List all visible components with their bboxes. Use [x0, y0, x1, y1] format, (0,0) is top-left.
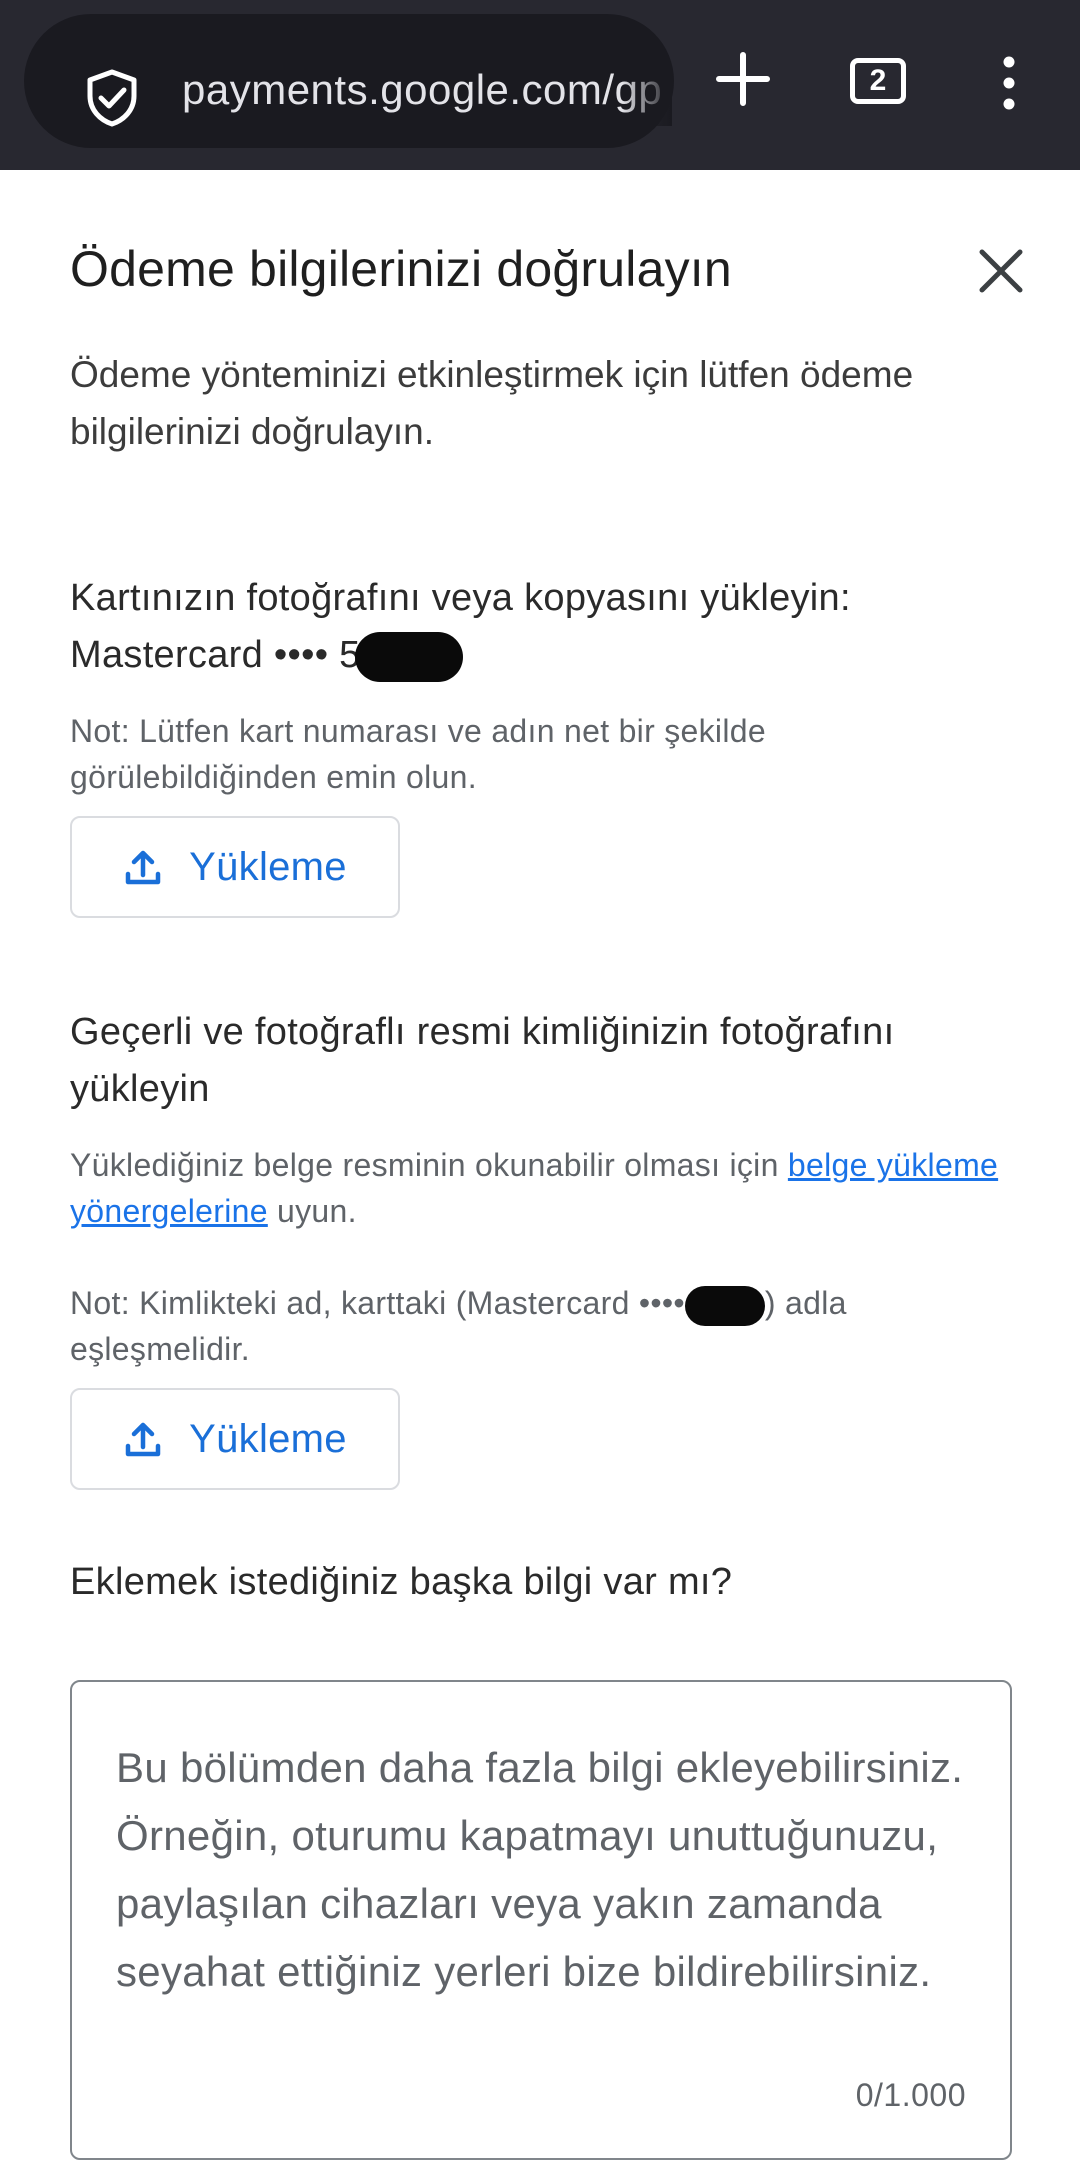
extra-info-heading: Eklemek istediğiniz başka bilgi var mı? [70, 1561, 733, 1603]
textarea-placeholder: Bu bölümden daha fazla bilgi ekleyebilir… [116, 1744, 964, 1995]
dialog-intro: Ödeme yönteminizi etkinleştirmek için lü… [70, 354, 914, 452]
redacted-card-digits [354, 631, 463, 682]
plus-icon[interactable] [716, 52, 770, 106]
url-text[interactable]: payments.google.com/gp [182, 66, 672, 126]
card-heading-line1: Kartınızın fotoğrafını veya kopyasını yü… [70, 577, 851, 619]
more-vert-icon[interactable] [1003, 56, 1015, 110]
close-icon[interactable] [978, 248, 1024, 294]
id-name-note: Not: Kimlikteki ad, karttaki (Mastercard… [70, 1285, 847, 1367]
shield-check-icon[interactable] [84, 68, 140, 128]
tab-switcher-button[interactable]: 2 [850, 58, 906, 104]
upload-icon [125, 1422, 161, 1457]
card-upload-button[interactable]: Yükleme [70, 816, 400, 918]
card-upload-label: Yükleme [189, 844, 347, 889]
card-note: Not: Lütfen kart numarası ve adın net bi… [70, 713, 766, 795]
browser-toolbar: payments.google.com/gp 2 [0, 0, 1080, 170]
dialog-title: Ödeme bilgilerinizi doğrulayın [70, 241, 732, 297]
address-bar[interactable]: payments.google.com/gp [24, 14, 674, 148]
card-heading-line2: Mastercard •••• 5 [70, 627, 1030, 684]
extra-info-textarea[interactable]: Bu bölümden daha fazla bilgi ekleyebilir… [70, 1680, 1012, 2160]
character-counter: 0/1.000 [855, 2077, 966, 2113]
id-guide-text: Yüklediğiniz belge resminin okunabilir o… [70, 1147, 999, 1229]
tab-count: 2 [869, 64, 887, 97]
card-upload-heading: Kartınızın fotoğrafını veya kopyasını yü… [70, 570, 1030, 684]
id-upload-button[interactable]: Yükleme [70, 1388, 400, 1490]
upload-icon [125, 850, 161, 885]
id-upload-heading: Geçerli ve fotoğraflı resmi kimliğinizin… [70, 1011, 895, 1110]
id-upload-label: Yükleme [189, 1416, 347, 1461]
verify-payment-dialog: Ödeme bilgilerinizi doğrulayın Ödeme yön… [0, 170, 1080, 2160]
redacted-card-digits [684, 1285, 765, 1326]
